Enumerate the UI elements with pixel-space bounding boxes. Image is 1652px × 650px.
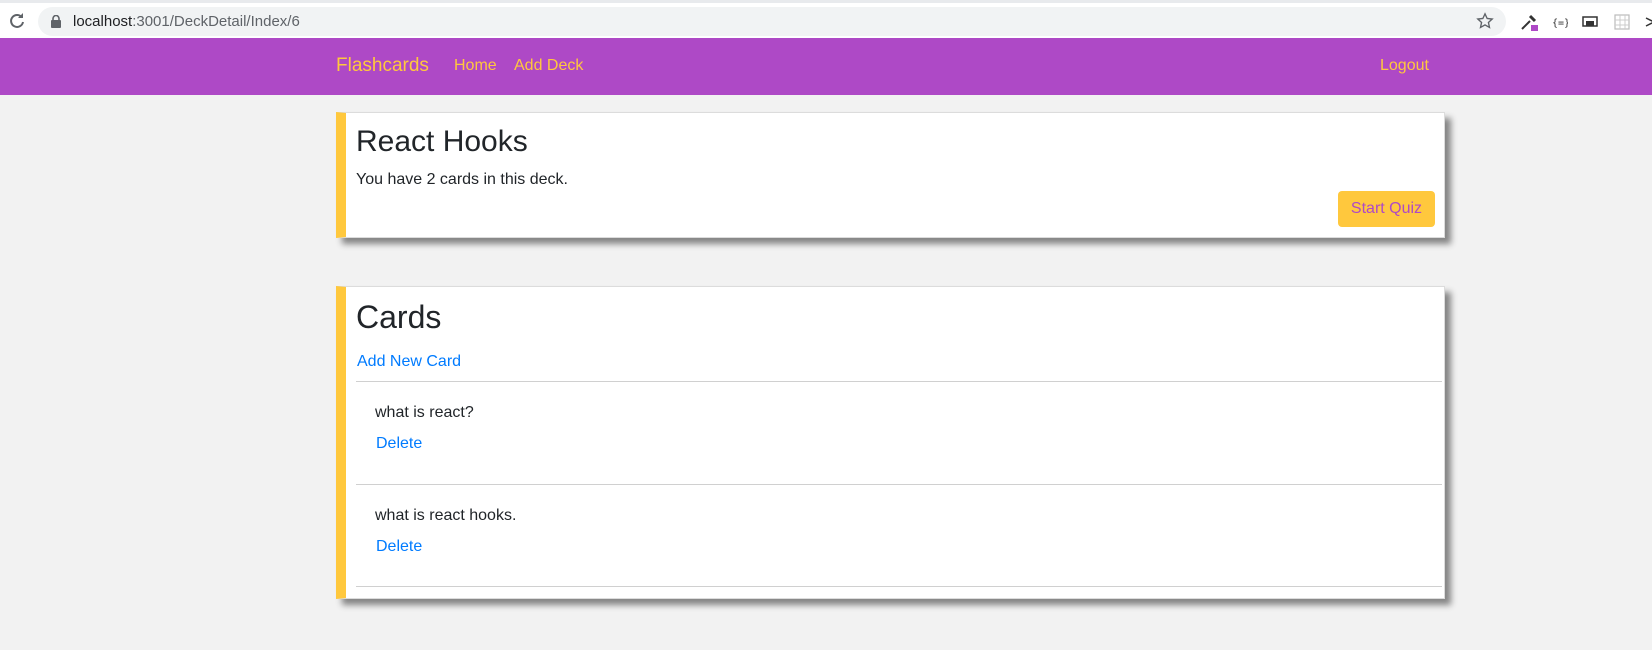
brand-link[interactable]: Flashcards (336, 55, 429, 77)
cards-panel: Cards Add New Card what is react? Delete… (336, 286, 1445, 599)
lock-icon (51, 15, 61, 28)
url-text: localhost:3001/DeckDetail/Index/6 (73, 13, 300, 30)
card-list-item: what is react hooks. Delete (356, 484, 1442, 587)
deck-title: React Hooks (356, 125, 528, 158)
url-host: localhost (73, 13, 133, 30)
deck-summary-panel: React Hooks You have 2 cards in this dec… (336, 112, 1445, 238)
add-new-card-link[interactable]: Add New Card (357, 353, 461, 371)
logout-link[interactable]: Logout (1380, 57, 1429, 75)
card-list: what is react? Delete what is react hook… (356, 381, 1442, 587)
card-question: what is react hooks. (375, 507, 517, 524)
eyedropper-extension-icon[interactable] (1519, 12, 1539, 32)
extension-icon[interactable] (1640, 12, 1652, 32)
delete-card-link[interactable]: Delete (376, 538, 422, 556)
card-question: what is react? (375, 404, 474, 421)
delete-card-link[interactable]: Delete (376, 435, 422, 453)
reader-extension-icon[interactable] (1580, 12, 1600, 32)
svg-text:{=}: {=} (1552, 18, 1568, 28)
start-quiz-button[interactable]: Start Quiz (1338, 191, 1435, 227)
nav-add-deck-link[interactable]: Add Deck (514, 57, 583, 75)
nav-home-link[interactable]: Home (454, 57, 497, 75)
card-list-item: what is react? Delete (356, 381, 1442, 484)
json-extension-icon[interactable]: {=} (1550, 12, 1570, 32)
top-navbar: Flashcards Home Add Deck Logout (0, 38, 1652, 95)
reload-icon[interactable] (7, 11, 27, 31)
deck-card-count: You have 2 cards in this deck. (356, 171, 568, 188)
url-path: :3001/DeckDetail/Index/6 (132, 13, 300, 30)
cards-heading: Cards (356, 299, 442, 335)
grid-extension-icon[interactable] (1612, 12, 1632, 32)
browser-toolbar: localhost:3001/DeckDetail/Index/6 {=} (0, 0, 1652, 38)
address-bar[interactable]: localhost:3001/DeckDetail/Index/6 (38, 7, 1506, 36)
bookmark-star-icon[interactable] (1476, 12, 1494, 30)
